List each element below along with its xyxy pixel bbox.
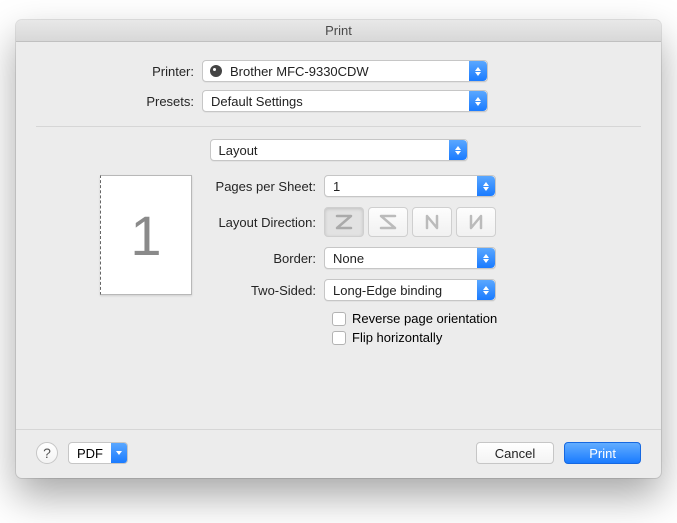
updown-icon: [449, 140, 467, 160]
cancel-button-label: Cancel: [495, 446, 535, 461]
panel-select[interactable]: Layout: [210, 139, 468, 161]
layout-options: Pages per Sheet: 1 Layout Direction:: [208, 175, 641, 349]
divider: [36, 126, 641, 127]
help-button[interactable]: ?: [36, 442, 58, 464]
dialog-footer: ? PDF Cancel Print: [16, 429, 661, 478]
preview-page-number: 1: [130, 203, 161, 268]
flip-horizontally-label: Flip horizontally: [352, 330, 442, 345]
layout-direction-group: [324, 207, 496, 237]
layout-direction-3[interactable]: [412, 207, 452, 237]
n-mirror-icon: [465, 212, 487, 232]
border-select[interactable]: None: [324, 247, 496, 269]
cancel-button[interactable]: Cancel: [476, 442, 554, 464]
pages-per-sheet-select[interactable]: 1: [324, 175, 496, 197]
chevron-down-icon: [111, 443, 127, 463]
help-icon: ?: [43, 445, 51, 461]
reverse-orientation-checkbox[interactable]: [332, 312, 346, 326]
window-title: Print: [16, 20, 661, 42]
print-button-label: Print: [589, 446, 616, 461]
layout-direction-2[interactable]: [368, 207, 408, 237]
flip-horizontally-checkbox[interactable]: [332, 331, 346, 345]
presets-select[interactable]: Default Settings: [202, 90, 488, 112]
n-icon: [421, 212, 443, 232]
updown-icon: [477, 280, 495, 300]
two-sided-select[interactable]: Long-Edge binding: [324, 279, 496, 301]
z-mirror-icon: [377, 212, 399, 232]
updown-icon: [469, 61, 487, 81]
panel-select-value: Layout: [211, 143, 449, 158]
updown-icon: [477, 248, 495, 268]
layout-direction-1[interactable]: [324, 207, 364, 237]
border-label: Border:: [208, 251, 324, 266]
pdf-menu-button[interactable]: PDF: [68, 442, 128, 464]
pages-per-sheet-label: Pages per Sheet:: [208, 179, 324, 194]
z-icon: [333, 212, 355, 232]
dialog-content: Printer: Brother MFC-9330CDW Presets: De…: [16, 42, 661, 429]
page-preview: 1: [100, 175, 192, 295]
printer-select[interactable]: Brother MFC-9330CDW: [202, 60, 488, 82]
presets-select-value: Default Settings: [203, 94, 469, 109]
layout-direction-4[interactable]: [456, 207, 496, 237]
print-button[interactable]: Print: [564, 442, 641, 464]
printer-status-icon: [210, 65, 222, 77]
layout-direction-label: Layout Direction:: [208, 215, 324, 230]
border-select-value: None: [325, 251, 477, 266]
two-sided-label: Two-Sided:: [208, 283, 324, 298]
reverse-orientation-label: Reverse page orientation: [352, 311, 497, 326]
print-dialog: Print Printer: Brother MFC-9330CDW Prese…: [16, 20, 661, 478]
two-sided-select-value: Long-Edge binding: [325, 283, 477, 298]
updown-icon: [469, 91, 487, 111]
presets-label: Presets:: [36, 94, 202, 109]
printer-label: Printer:: [36, 64, 202, 79]
updown-icon: [477, 176, 495, 196]
printer-select-value: Brother MFC-9330CDW: [222, 64, 469, 79]
pages-per-sheet-value: 1: [325, 179, 477, 194]
pdf-button-label: PDF: [69, 446, 111, 461]
